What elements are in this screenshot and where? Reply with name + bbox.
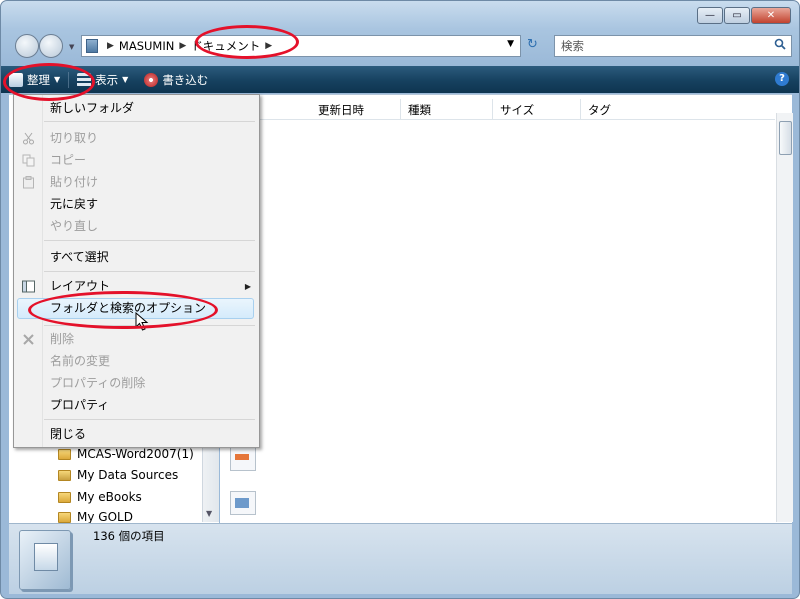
search-icon[interactable] xyxy=(774,38,786,50)
column-headers: 更新日時 種類 サイズ タグ xyxy=(220,99,775,120)
highlight-oval-organize xyxy=(3,63,95,101)
column-header-type[interactable]: 種類 xyxy=(408,102,431,118)
menu-item-cut: 切り取り xyxy=(50,131,99,145)
breadcrumb-separator-icon[interactable]: ▶ xyxy=(107,41,114,51)
menu-item-close[interactable]: 閉じる xyxy=(50,426,86,442)
help-icon[interactable]: ? xyxy=(775,72,789,86)
copy-icon xyxy=(22,154,35,167)
folder-icon xyxy=(58,491,71,503)
menu-item-paste: 貼り付け xyxy=(50,175,99,189)
tree-item-label: My Data Sources xyxy=(77,468,179,482)
recent-pages-dropdown[interactable]: ▼ xyxy=(69,43,74,51)
close-button[interactable]: ✕ xyxy=(751,7,791,24)
folder-icon xyxy=(58,511,71,523)
menu-divider xyxy=(44,121,255,122)
cut-icon xyxy=(23,132,34,145)
details-pane: 136 個の項目 xyxy=(9,523,792,594)
menu-item-undo[interactable]: 元に戻す xyxy=(50,196,98,212)
column-header-size[interactable]: サイズ xyxy=(500,102,534,118)
data-folder-icon xyxy=(58,469,71,481)
tree-item[interactable]: My GOLD xyxy=(58,511,133,523)
menu-item-remove-properties: プロパティの削除 xyxy=(50,376,146,390)
delete-icon xyxy=(23,334,34,345)
tree-item-label: My GOLD xyxy=(77,511,133,523)
menu-divider xyxy=(44,271,255,272)
burn-disc-icon xyxy=(144,72,159,87)
file-list[interactable] xyxy=(220,94,792,523)
file-thumbnail-icon[interactable] xyxy=(230,491,256,515)
tree-item[interactable]: My Data Sources xyxy=(58,468,178,482)
chevron-down-icon: ▼ xyxy=(122,75,129,84)
menu-item-select-all[interactable]: すべて選択 xyxy=(50,249,109,265)
menu-item-delete: 削除 xyxy=(50,332,75,346)
menu-item-redo: やり直し xyxy=(50,219,99,233)
tree-item[interactable]: My eBooks xyxy=(58,490,142,504)
tree-item-label: My eBooks xyxy=(77,490,142,504)
scrollbar-thumb[interactable] xyxy=(779,121,792,155)
menu-item-copy: コピー xyxy=(50,153,87,167)
address-dropdown-icon[interactable]: ▼ xyxy=(507,39,514,49)
caption-buttons: — ▭ ✕ xyxy=(697,7,791,24)
computer-icon xyxy=(86,39,98,53)
command-toolbar: 整理 ▼ 表示 ▼ 書き込む xyxy=(1,66,799,93)
menu-item-new-folder[interactable]: 新しいフォルダ xyxy=(50,100,134,116)
column-header-tags[interactable]: タグ xyxy=(588,102,611,118)
breadcrumb-separator-icon[interactable]: ▶ xyxy=(179,41,186,51)
explorer-window: — ▭ ✕ ▼ ▶ MASUMIN ▶ ドキュメント ▶ ▼ ↻ 検索 整理 ▼ xyxy=(0,0,800,599)
highlight-oval-documents xyxy=(195,25,299,59)
tree-item-label: MCAS-Word2007(1) xyxy=(77,447,194,461)
item-count: 136 個の項目 xyxy=(93,529,165,543)
column-header-modified[interactable]: 更新日時 xyxy=(318,102,364,118)
menu-item-rename: 名前の変更 xyxy=(50,354,111,368)
tree-item[interactable]: MCAS-Word2007(1) xyxy=(58,447,194,461)
layout-icon xyxy=(22,280,35,293)
menu-divider xyxy=(44,419,255,420)
forward-button[interactable] xyxy=(39,34,63,58)
scroll-down-icon[interactable]: ▼ xyxy=(206,509,212,518)
file-thumbnail-icon[interactable] xyxy=(230,447,256,471)
burn-label: 書き込む xyxy=(162,72,209,87)
submenu-arrow-icon: ▶ xyxy=(244,282,251,291)
folder-preview-icon xyxy=(19,530,71,590)
views-label: 表示 xyxy=(95,72,119,87)
menu-icon-column xyxy=(14,95,43,447)
back-button[interactable] xyxy=(15,34,39,58)
organize-menu: 新しいフォルダ 切り取り コピー 貼り付け 元に戻す やり直し すべて選択 レイ… xyxy=(13,94,260,448)
maximize-button[interactable]: ▭ xyxy=(724,7,750,24)
file-list-scrollbar[interactable] xyxy=(776,113,793,522)
menu-divider xyxy=(44,240,255,241)
address-bar[interactable]: ▶ MASUMIN ▶ ドキュメント ▶ ▼ xyxy=(81,35,521,57)
paste-icon xyxy=(23,176,34,189)
breadcrumb-masumin[interactable]: MASUMIN xyxy=(119,39,174,53)
search-box[interactable]: 検索 xyxy=(554,35,792,57)
refresh-icon[interactable]: ↻ xyxy=(527,37,538,52)
search-placeholder: 検索 xyxy=(561,39,584,53)
folder-icon xyxy=(58,448,71,460)
menu-item-properties[interactable]: プロパティ xyxy=(50,397,109,413)
minimize-button[interactable]: — xyxy=(697,7,723,24)
burn-button[interactable]: 書き込む xyxy=(136,66,216,93)
highlight-oval-folder-options xyxy=(28,291,218,329)
